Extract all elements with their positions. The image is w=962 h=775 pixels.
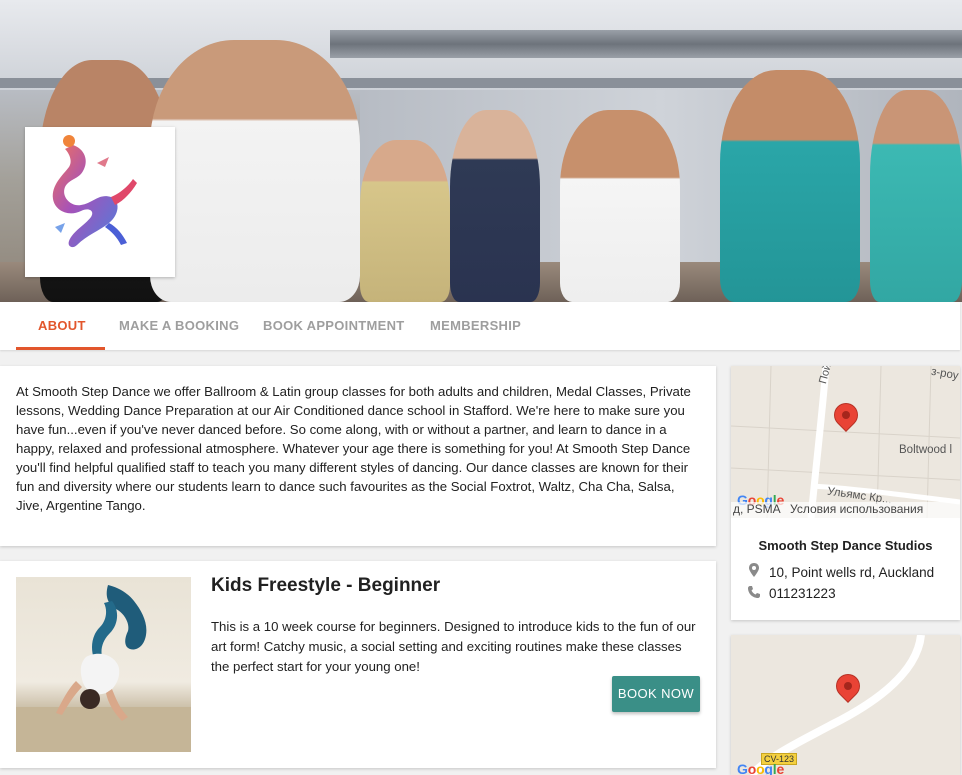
tab-about[interactable]: ABOUT xyxy=(38,302,86,350)
book-now-button[interactable]: BOOK NOW xyxy=(612,676,700,712)
hero-dancer xyxy=(450,110,540,302)
location-card: Пойма Уэлс-... Boltwood l Ульямс Кр... з… xyxy=(731,366,960,620)
tab-book-appointment[interactable]: BOOK APPOINTMENT xyxy=(263,302,405,350)
hero-dancer xyxy=(560,110,680,302)
about-card: At Smooth Step Dance we offer Ballroom &… xyxy=(0,366,716,546)
studio-address: 10, Point wells rd, Auckland xyxy=(769,565,935,580)
hero-duct xyxy=(330,30,962,58)
dancer-logo-icon xyxy=(52,135,137,248)
class-location-card: CV-123 Google xyxy=(731,635,960,775)
address-row: 10, Point wells rd, Auckland xyxy=(747,563,934,580)
tab-make-a-booking[interactable]: MAKE A BOOKING xyxy=(119,302,239,350)
class-title: Kids Freestyle - Beginner xyxy=(211,575,441,596)
map-footer: д, PSMA Условия использования xyxy=(731,502,960,518)
studio-logo xyxy=(25,127,175,277)
hero-dancer xyxy=(870,90,962,302)
map-street-label: Boltwood l xyxy=(899,444,953,456)
hero-dancer xyxy=(720,70,860,302)
hero-dancer xyxy=(360,140,450,302)
map-terms-link[interactable]: Условия использования xyxy=(790,502,923,516)
breakdancer-icon xyxy=(16,585,191,752)
tab-bar: ABOUT MAKE A BOOKING BOOK APPOINTMENT ME… xyxy=(0,302,960,350)
location-map[interactable]: Пойма Уэлс-... Boltwood l Ульямс Кр... з… xyxy=(731,366,960,518)
class-card: Kids Freestyle - Beginner This is a 10 w… xyxy=(0,561,716,768)
map-pin-icon xyxy=(747,563,761,580)
class-location-map[interactable]: CV-123 Google xyxy=(731,635,960,775)
active-tab-indicator xyxy=(16,347,105,350)
phone-icon xyxy=(747,586,761,601)
studio-phone[interactable]: 011231223 xyxy=(769,586,836,601)
tab-membership[interactable]: MEMBERSHIP xyxy=(430,302,521,350)
studio-name: Smooth Step Dance Studios xyxy=(758,538,933,553)
about-text: At Smooth Step Dance we offer Ballroom &… xyxy=(16,384,691,513)
class-description: This is a 10 week course for beginners. … xyxy=(211,619,696,674)
phone-row: 011231223 xyxy=(747,586,836,601)
google-logo: Google xyxy=(737,761,785,775)
class-image xyxy=(16,577,191,752)
hero-dancer xyxy=(150,40,360,302)
